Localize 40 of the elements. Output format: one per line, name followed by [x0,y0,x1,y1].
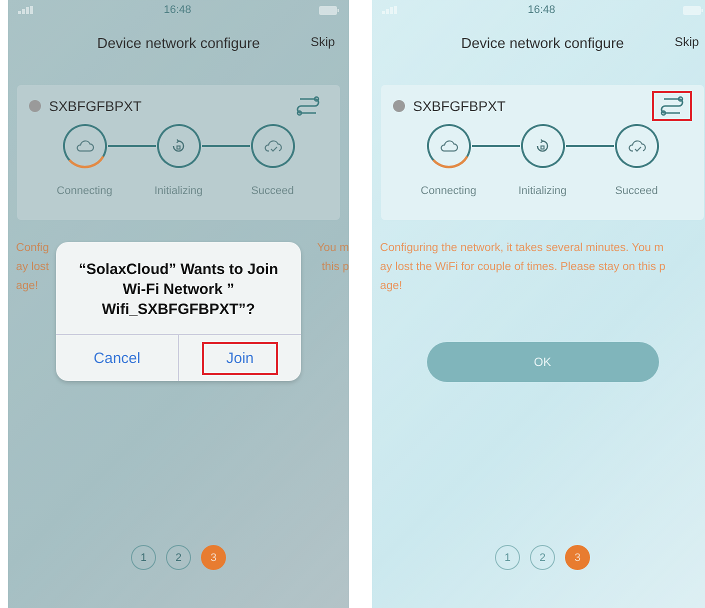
device-name: SXBFGFBPXT [49,98,143,114]
message-text: this p [322,260,349,275]
dialog-button[interactable]: Cancel [70,342,164,374]
step-label: Succeed [251,185,294,197]
route-icon [296,96,320,116]
step-label: Succeed [615,185,658,197]
message-text: ay lost the WiFi for couple of times. Please stay on this p [380,260,666,275]
step-label: Connecting [420,185,476,197]
page-indicator[interactable]: 3 [565,545,590,570]
device-name: SXBFGFBPXT [413,98,507,114]
page-indicator[interactable]: 2 [530,545,555,570]
page-indicator[interactable]: 1 [495,545,520,570]
message-text: age! [16,279,38,294]
step-label: Initializing [518,185,567,197]
screen-title: Device network configure [461,36,624,52]
battery-icon [683,6,703,14]
page-indicator[interactable]: 2 [166,545,191,570]
message-text: age! [380,279,402,294]
ok-button[interactable]: OK [426,342,658,382]
status-dot [29,100,41,112]
dialog-message: “SolaxCloud” Wants to Join Wi-Fi Network ” Wifi_SXBFGFBPXT”? [78,260,280,320]
skip-button[interactable]: Skip [310,35,335,49]
skip-button[interactable]: Skip [674,35,699,49]
route-icon [660,96,684,116]
message-text: You m [317,241,349,256]
step-label: Initializing [154,185,203,197]
message-text: ay lost [16,260,49,275]
signal-icon [18,6,36,14]
status-dot [393,100,405,112]
page-indicator[interactable]: 1 [131,545,156,570]
screen-title: Device network configure [97,36,260,52]
message-text: Config [16,241,49,256]
message-text: Configuring the network, it takes several minutes. You m [380,241,664,256]
status-time: 16:48 [528,4,556,16]
status-time: 16:48 [164,4,192,16]
page-indicator[interactable]: 3 [201,545,226,570]
dialog-button[interactable]: Join [202,342,278,374]
settings-button[interactable] [652,91,692,121]
step-label: Connecting [56,185,112,197]
battery-icon [319,6,339,14]
